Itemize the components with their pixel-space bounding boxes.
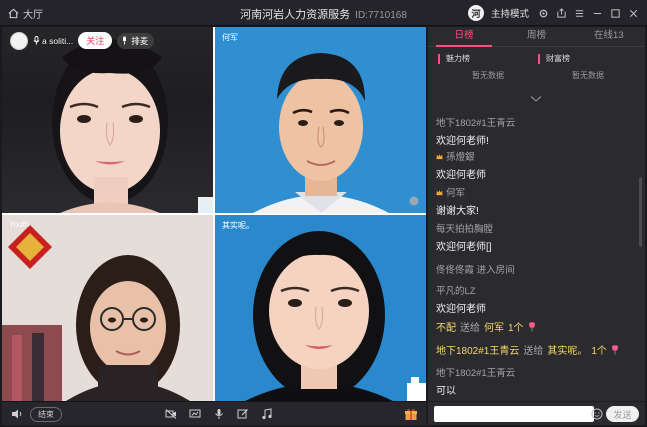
chat-message: 每天拍拍胸膛 欢迎何老师[] [436,221,641,253]
chat-message: 地下1802#1王青云 可以 [436,365,641,397]
chat-message: 孫燈銀 欢迎何老师 [436,149,641,181]
emoji-icon[interactable] [591,408,603,420]
room-title: 河南河岩人力资源服务 [240,9,351,21]
volume-icon[interactable] [11,408,23,420]
gift-icon[interactable] [404,407,418,421]
chat-username[interactable]: 何军 [446,185,465,199]
minimize-icon[interactable] [592,8,603,19]
chat-scrollbar[interactable] [639,177,642,247]
video-tile-3[interactable]: Youth [2,215,213,401]
video-feed-2 [253,53,419,213]
host-avatar[interactable]: 河 [467,5,484,21]
chat-text: 欢迎何老师[] [436,242,492,253]
queue-mic-icon [123,36,127,45]
menu-icon[interactable] [574,8,585,19]
video-grid: a soliti... 关注 排麦 何军 Youth 其实呢。 [2,27,426,401]
ranking-tabs: 日榜 周榜 在线13 [428,27,645,47]
end-button[interactable]: 结束 [30,407,62,422]
chat-username[interactable]: 平凡的LZ [436,283,476,297]
bottom-toolbar: 结束 [2,401,426,425]
tile-1-overlay: a soliti... 关注 排麦 [10,31,155,50]
queue-mic-label: 排麦 [131,35,149,46]
music-icon[interactable] [261,408,273,420]
chat-text: 欢迎何老师! [436,136,489,147]
chat-username[interactable]: 地下1802#1王青云 [436,365,515,379]
charm-rank-title: 魅力榜 [438,54,538,64]
tab-online[interactable]: 在线13 [573,27,645,46]
user-avatar[interactable] [10,31,28,50]
gift-verb: 送给 [460,323,480,334]
chat-message: 地下1802#1王青云 欢迎何老师! [436,115,641,147]
flower-gift-icon [528,321,535,331]
chat-text: 谢谢大家! [436,206,479,217]
chat-text: 欢迎何老师 [436,304,486,315]
tile-3-username: Youth [9,220,30,229]
close-icon[interactable] [628,8,639,19]
tile-4-username: 其实呢。 [222,221,254,230]
share-icon[interactable] [556,7,567,19]
chat-input-bar: 发送 [428,401,645,425]
gift-message: 不配 送给 何军 1个 [436,319,641,334]
queue-mic-button[interactable]: 排麦 [117,32,155,49]
tile-1-username-text: a soliti... [42,35,74,46]
gift-count: 1个 [508,323,524,334]
wealth-rank-empty: 暂无数据 [572,71,604,80]
maximize-icon[interactable] [610,8,621,19]
chat-panel: 日榜 周榜 在线13 魅力榜 暂无数据 财富榜 暂无数据 地下1802#1王青云… [428,27,645,425]
video-feed-1 [52,39,213,213]
crown-icon [436,189,443,195]
crown-icon [436,153,443,159]
ranking-box: 魅力榜 暂无数据 财富榜 暂无数据 [428,48,645,106]
wealth-rank: 财富榜 暂无数据 [538,54,638,81]
edit-icon[interactable] [237,408,249,420]
chat-username[interactable]: 地下1802#1王青云 [436,115,515,129]
video-feed-3 [2,215,213,401]
chat-message: 何军 谢谢大家! [436,185,641,217]
video-feed-4 [245,231,426,401]
system-message: 佟佟佟霞 进入房间 [436,265,515,276]
camera-off-icon[interactable] [165,408,177,420]
chevron-down-icon[interactable] [530,95,542,103]
mic-icon [33,36,40,45]
chat-message: 平凡的LZ 欢迎何老师 [436,283,641,315]
video-tile-2[interactable]: 何军 [215,27,426,213]
send-button[interactable]: 发送 [606,406,639,422]
charm-rank: 魅力榜 暂无数据 [438,54,538,81]
chat-text: 可以 [436,386,456,397]
gift-count: 1个 [591,346,607,357]
tab-daily[interactable]: 日榜 [428,27,500,47]
gift-verb: 送给 [523,346,544,357]
gift-receiver[interactable]: 其实呢。 [547,342,587,357]
gift-sender[interactable]: 不配 [436,319,456,334]
title-bar: 大厅 河南河岩人力资源服务 ID:7710168 河 主持模式 [0,0,647,26]
video-tile-4[interactable]: 其实呢。 [215,215,426,401]
gift-message: 地下1802#1王青云 送给 其实呢。 1个 [436,342,641,357]
chat-username[interactable]: 孫燈銀 [446,149,475,163]
tile-1-username: a soliti... [33,36,73,46]
follow-button[interactable]: 关注 [78,32,113,49]
host-mode-label[interactable]: 主持模式 [491,6,529,20]
chat-username[interactable]: 每天拍拍胸膛 [436,221,493,235]
charm-rank-empty: 暂无数据 [472,71,504,80]
tab-weekly[interactable]: 周榜 [500,27,572,46]
gift-receiver[interactable]: 何军 [484,319,504,334]
wealth-rank-title: 财富榜 [538,54,638,64]
settings-icon[interactable] [538,8,549,19]
chat-messages: 地下1802#1王青云 欢迎何老师! 孫燈銀 欢迎何老师 何军 谢谢大家! 每天… [428,109,645,401]
screen-share-icon[interactable] [189,408,201,420]
video-tile-1[interactable]: a soliti... 关注 排麦 [2,27,213,213]
chat-text: 欢迎何老师 [436,170,486,181]
gift-sender[interactable]: 地下1802#1王青云 [436,342,519,357]
tile-2-username: 何军 [222,33,238,42]
flower-gift-icon [611,344,618,354]
chat-input[interactable] [434,406,594,422]
room-id: ID:7710168 [355,10,407,21]
microphone-icon[interactable] [213,408,225,420]
